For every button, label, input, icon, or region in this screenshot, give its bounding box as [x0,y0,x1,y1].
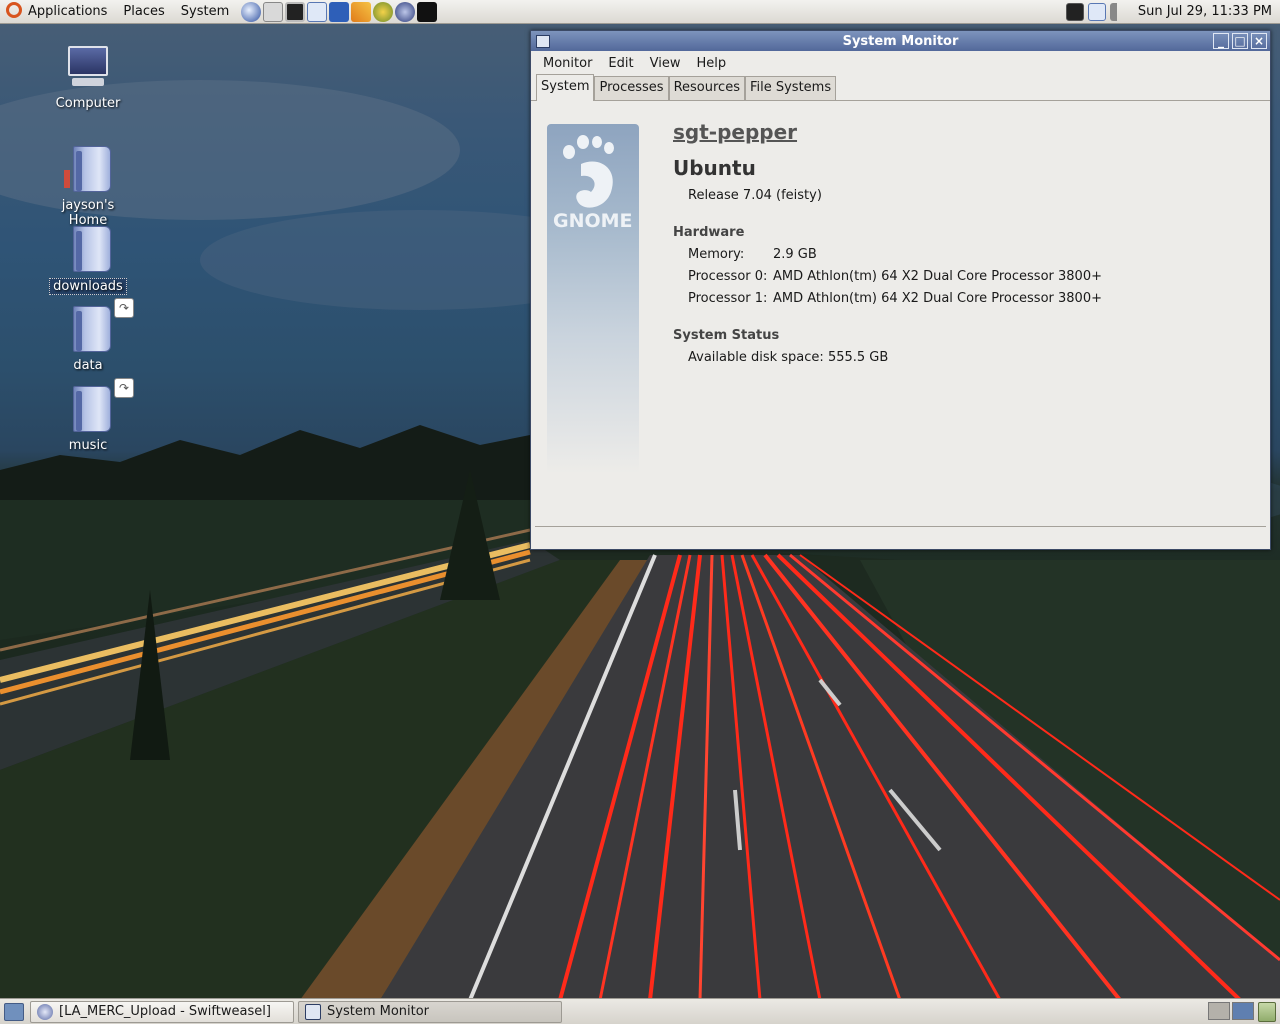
folder-icon [64,226,112,274]
processor-1-row: Processor 1: AMD Athlon(tm) 64 X2 Dual C… [688,291,1102,306]
tab-processes[interactable]: Processes [594,76,669,100]
processor-1-label: Processor 1: [688,291,768,306]
workspace-switcher [1208,1001,1280,1022]
volume-icon[interactable] [1109,2,1128,21]
menu-edit[interactable]: Edit [600,56,641,71]
disk-space-value: 555.5 GB [827,350,889,365]
release-version: Release 7.04 (feisty) [688,188,822,203]
gnome-foot-icon [563,135,614,208]
distro-name: Ubuntu [673,156,756,180]
memory-row: Memory: 2.9 GB [688,247,1102,262]
processor-0-value: AMD Athlon(tm) 64 X2 Dual Core Processor… [773,269,1102,284]
gnome-logo-text: GNOME [553,210,633,232]
swiftweasel-icon [37,1003,53,1020]
gnome-logo-panel: GNOME [547,124,639,474]
show-desktop-button[interactable] [4,1002,24,1021]
tools-icon[interactable] [351,1,372,22]
computer-icon [64,44,112,92]
workspace-2[interactable] [1232,1001,1254,1020]
desktop-icon-label: music [68,438,108,453]
system-monitor-window: System Monitor _ □ × Monitor Edit View H… [530,30,1271,550]
steam-icon[interactable] [417,1,438,22]
taskbar-item-swiftweasel[interactable]: [LA_MERC_Upload - Swiftweasel] [30,1000,294,1023]
globe-icon[interactable] [373,1,394,22]
network-icon[interactable] [263,1,284,22]
processor-0-label: Processor 0: [688,269,768,284]
desktop-icon-label: data [73,358,103,373]
notification-area: Sun Jul 29, 11:33 PM [1065,2,1280,21]
tab-resources[interactable]: Resources [668,76,745,100]
desktop-icon-label: downloads [49,278,127,295]
places-menu[interactable]: Places [115,0,172,24]
network-monitor-icon[interactable] [1065,2,1084,21]
desktop-icon-downloads[interactable]: downloads [40,226,136,295]
taskbar-item-system-monitor[interactable]: System Monitor [298,1000,562,1023]
minimize-button[interactable]: _ [1213,33,1229,49]
trash-icon[interactable] [1258,1001,1276,1022]
close-button[interactable]: × [1251,33,1267,49]
hostname: sgt-pepper [673,120,798,144]
music-player-icon[interactable] [395,1,416,22]
memory-value: 2.9 GB [773,247,817,262]
memory-label: Memory: [688,247,745,262]
system-info: sgt-pepper Ubuntu Release 7.04 (feisty) … [673,120,1102,365]
window-titlebar[interactable]: System Monitor _ □ × [531,31,1270,51]
desktop-icon-label: jayson's Home [61,198,115,228]
symlink-arrow-icon: ↷ [114,378,134,398]
folder-link-icon: ↷ [64,298,134,354]
system-menu[interactable]: System [173,0,237,24]
applications-menu[interactable]: Applications [0,0,115,24]
torrent-icon[interactable] [329,1,350,22]
bottom-panel: [LA_MERC_Upload - Swiftweasel] System Mo… [0,998,1280,1024]
status-bar [535,526,1266,546]
terminal-icon[interactable] [285,1,306,22]
messenger-icon[interactable] [307,1,328,22]
desktop-icon-home[interactable]: jayson's Home [40,146,136,228]
desktop-icon-music[interactable]: ↷ music [40,378,136,453]
top-panel: Applications Places System Sun Jul 29, 1… [0,0,1280,24]
symlink-arrow-icon: ↷ [114,298,134,318]
hardware-heading: Hardware [673,225,745,240]
window-menu-icon[interactable] [536,34,550,48]
home-folder-icon [64,146,112,194]
system-tab-page: GNOME sgt-pepper Ubuntu Release 7.04 (fe… [536,106,1265,526]
maximize-button[interactable]: □ [1232,33,1248,49]
window-controls: _ □ × [1213,33,1270,49]
taskbar-item-label: [LA_MERC_Upload - Swiftweasel] [59,1004,271,1019]
desktop-icon-computer[interactable]: Computer [40,44,136,111]
system-status-heading: System Status [673,328,780,343]
desktop-icon-label: Computer [55,96,121,111]
menu-view[interactable]: View [642,56,689,71]
menu-monitor[interactable]: Monitor [535,56,600,71]
disk-space-row: Available disk space: 555.5 GB [688,350,1102,365]
ubuntu-logo-icon [6,1,22,18]
applications-menu-label: Applications [28,3,108,19]
tab-system[interactable]: System [536,74,595,101]
system-monitor-icon [305,1003,321,1020]
processor-1-value: AMD Athlon(tm) 64 X2 Dual Core Processor… [773,291,1102,306]
workspace-1[interactable] [1208,1001,1230,1020]
tab-bar: System Processes Resources File Systems [531,74,1270,101]
processor-0-row: Processor 0: AMD Athlon(tm) 64 X2 Dual C… [688,269,1102,284]
window-title: System Monitor [842,33,959,49]
taskbar-item-label: System Monitor [327,1004,430,1019]
clock[interactable]: Sun Jul 29, 11:33 PM [1138,4,1272,19]
firefox-icon[interactable] [241,1,262,22]
chat-icon[interactable] [1087,2,1106,21]
menu-help[interactable]: Help [688,56,734,71]
window-menubar: Monitor Edit View Help [531,51,1270,75]
desktop-icon-data[interactable]: ↷ data [40,298,136,373]
folder-link-icon: ↷ [64,378,134,434]
disk-space-label: Available disk space: [688,350,824,365]
launcher-bar [241,1,438,22]
tab-file-systems[interactable]: File Systems [744,76,837,100]
